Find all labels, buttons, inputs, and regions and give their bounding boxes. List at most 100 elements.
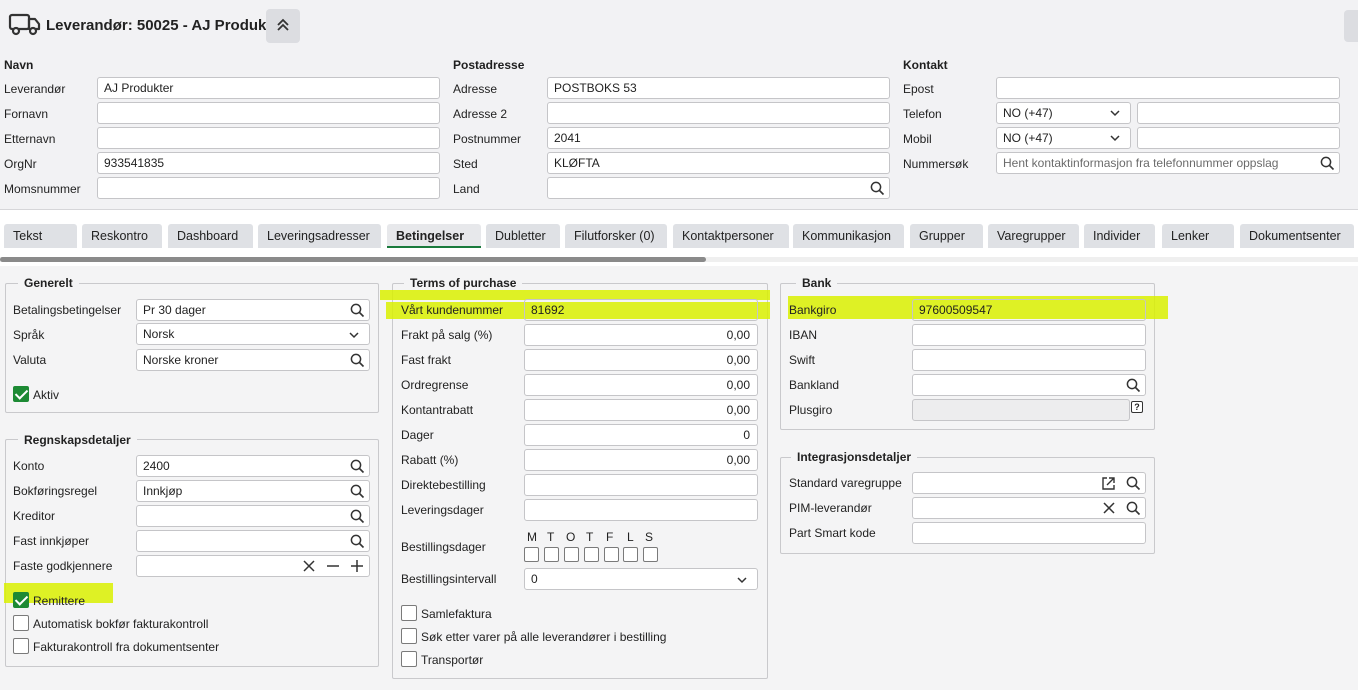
sprak-select[interactable]: Norsk	[136, 323, 370, 345]
minus-icon[interactable]	[324, 557, 342, 575]
samlefaktura-checkbox[interactable]	[401, 605, 417, 621]
search-icon[interactable]	[1124, 499, 1142, 517]
tab-leveringsadresser[interactable]: Leveringsadresser	[258, 224, 381, 248]
tab-scrollbar[interactable]	[0, 257, 706, 262]
search-icon[interactable]	[348, 351, 366, 369]
tab-filutforsker[interactable]: Filutforsker (0)	[565, 224, 667, 248]
mobil-country-value: NO (+47)	[1003, 131, 1053, 145]
sok-alle-leverandorer-checkbox[interactable]	[401, 628, 417, 644]
search-icon[interactable]	[348, 532, 366, 550]
remittere-label: Remittere	[33, 594, 86, 608]
momsnummer-input[interactable]	[97, 177, 440, 199]
sted-input[interactable]: KLØFTA	[547, 152, 890, 174]
close-icon[interactable]	[1100, 499, 1118, 517]
search-icon[interactable]	[1124, 376, 1142, 394]
day-label-m: M	[527, 530, 537, 544]
search-icon[interactable]	[1318, 154, 1336, 172]
search-icon[interactable]	[348, 301, 366, 319]
rabatt-input[interactable]: 0,00	[524, 449, 758, 471]
scroll-up-button[interactable]	[1344, 10, 1358, 42]
help-icon[interactable]: ?	[1131, 401, 1143, 413]
swift-input[interactable]	[912, 349, 1146, 371]
orgnr-input[interactable]: 933541835	[97, 152, 440, 174]
bankgiro-label: Bankgiro	[789, 303, 837, 317]
external-link-icon[interactable]	[1099, 474, 1117, 492]
leverandor-input[interactable]: AJ Produkter	[97, 77, 440, 99]
day-checkbox-o[interactable]	[564, 547, 579, 562]
kundenummer-input[interactable]: 81692	[524, 299, 758, 321]
ordregrense-input[interactable]: 0,00	[524, 374, 758, 396]
telefon-input[interactable]	[1137, 102, 1340, 124]
auto-bokfor-checkbox[interactable]	[13, 615, 29, 631]
day-checkbox-f[interactable]	[604, 547, 619, 562]
fast-frakt-input[interactable]: 0,00	[524, 349, 758, 371]
terms-title: Terms of purchase	[404, 276, 523, 290]
chevron-down-icon	[345, 326, 363, 344]
konto-label: Konto	[13, 459, 45, 473]
swift-label: Swift	[789, 353, 816, 367]
day-checkbox-m[interactable]	[524, 547, 539, 562]
chevron-down-icon	[1106, 104, 1124, 122]
land-input[interactable]	[547, 177, 890, 199]
tab-kontaktpersoner[interactable]: Kontaktpersoner	[673, 224, 789, 248]
konto-input[interactable]: 2400	[136, 455, 370, 477]
frakt-pa-salg-label: Frakt på salg (%)	[401, 328, 493, 342]
betalingsbetingelser-input[interactable]: Pr 30 dager	[136, 299, 370, 321]
part-smart-kode-input[interactable]	[912, 522, 1146, 544]
valuta-input[interactable]: Norske kroner	[136, 349, 370, 371]
day-checkbox-s[interactable]	[643, 547, 658, 562]
tab-varegrupper[interactable]: Varegrupper	[988, 224, 1079, 248]
frakt-pa-salg-input[interactable]: 0,00	[524, 324, 758, 346]
tab-tekst[interactable]: Tekst	[4, 224, 77, 248]
search-icon[interactable]	[868, 179, 886, 197]
search-icon[interactable]	[1124, 474, 1142, 492]
leverandor-label: Leverandør	[4, 82, 66, 96]
tab-lenker[interactable]: Lenker	[1162, 224, 1234, 248]
tab-individer[interactable]: Individer	[1084, 224, 1155, 248]
postnummer-input[interactable]: 2041	[547, 127, 890, 149]
kreditor-input[interactable]	[136, 505, 370, 527]
telefon-label: Telefon	[903, 107, 942, 121]
bokforingsregel-input[interactable]: Innkjøp	[136, 480, 370, 502]
tab-reskontro[interactable]: Reskontro	[82, 224, 162, 248]
tab-betingelser[interactable]: Betingelser	[387, 224, 481, 248]
tab-dubletter[interactable]: Dubletter	[486, 224, 560, 248]
search-icon[interactable]	[348, 457, 366, 475]
chevrons-up-icon	[275, 17, 291, 36]
transportor-checkbox[interactable]	[401, 651, 417, 667]
tab-dokumentsenter[interactable]: Dokumentsenter	[1240, 224, 1354, 248]
nummersok-input[interactable]: Hent kontaktinformasjon fra telefonnumme…	[996, 152, 1340, 174]
auto-bokfor-label: Automatisk bokfør fakturakontroll	[33, 617, 209, 631]
adresse2-input[interactable]	[547, 102, 890, 124]
plus-icon[interactable]	[348, 557, 366, 575]
etternavn-input[interactable]	[97, 127, 440, 149]
kontantrabatt-input[interactable]: 0,00	[524, 399, 758, 421]
day-checkbox-t[interactable]	[544, 547, 559, 562]
search-icon[interactable]	[348, 507, 366, 525]
tab-dashboard[interactable]: Dashboard	[168, 224, 253, 248]
aktiv-checkbox[interactable]	[13, 386, 29, 402]
fornavn-input[interactable]	[97, 102, 440, 124]
adresse-input[interactable]: POSTBOKS 53	[547, 77, 890, 99]
remittere-checkbox[interactable]	[13, 592, 29, 608]
dager-input[interactable]: 0	[524, 424, 758, 446]
iban-input[interactable]	[912, 324, 1146, 346]
bankland-input[interactable]	[912, 374, 1146, 396]
plusgiro-input	[912, 399, 1130, 421]
close-icon[interactable]	[300, 557, 318, 575]
fast-innkjoper-input[interactable]	[136, 530, 370, 552]
epost-input[interactable]	[996, 77, 1340, 99]
tab-grupper[interactable]: Grupper	[910, 224, 983, 248]
search-icon[interactable]	[348, 482, 366, 500]
day-checkbox-t2[interactable]	[584, 547, 599, 562]
fakturakontroll-checkbox[interactable]	[13, 638, 29, 654]
direktebestilling-input[interactable]	[524, 474, 758, 496]
mobil-input[interactable]	[1137, 127, 1340, 149]
collapse-header-button[interactable]	[266, 9, 300, 43]
bankgiro-input[interactable]: 97600509547	[912, 299, 1146, 321]
standard-varegruppe-label: Standard varegruppe	[789, 476, 902, 490]
bestillingsintervall-select[interactable]: 0	[524, 568, 758, 590]
leveringsdager-input[interactable]	[524, 499, 758, 521]
tab-kommunikasjon[interactable]: Kommunikasjon	[793, 224, 904, 248]
day-checkbox-l[interactable]	[623, 547, 638, 562]
